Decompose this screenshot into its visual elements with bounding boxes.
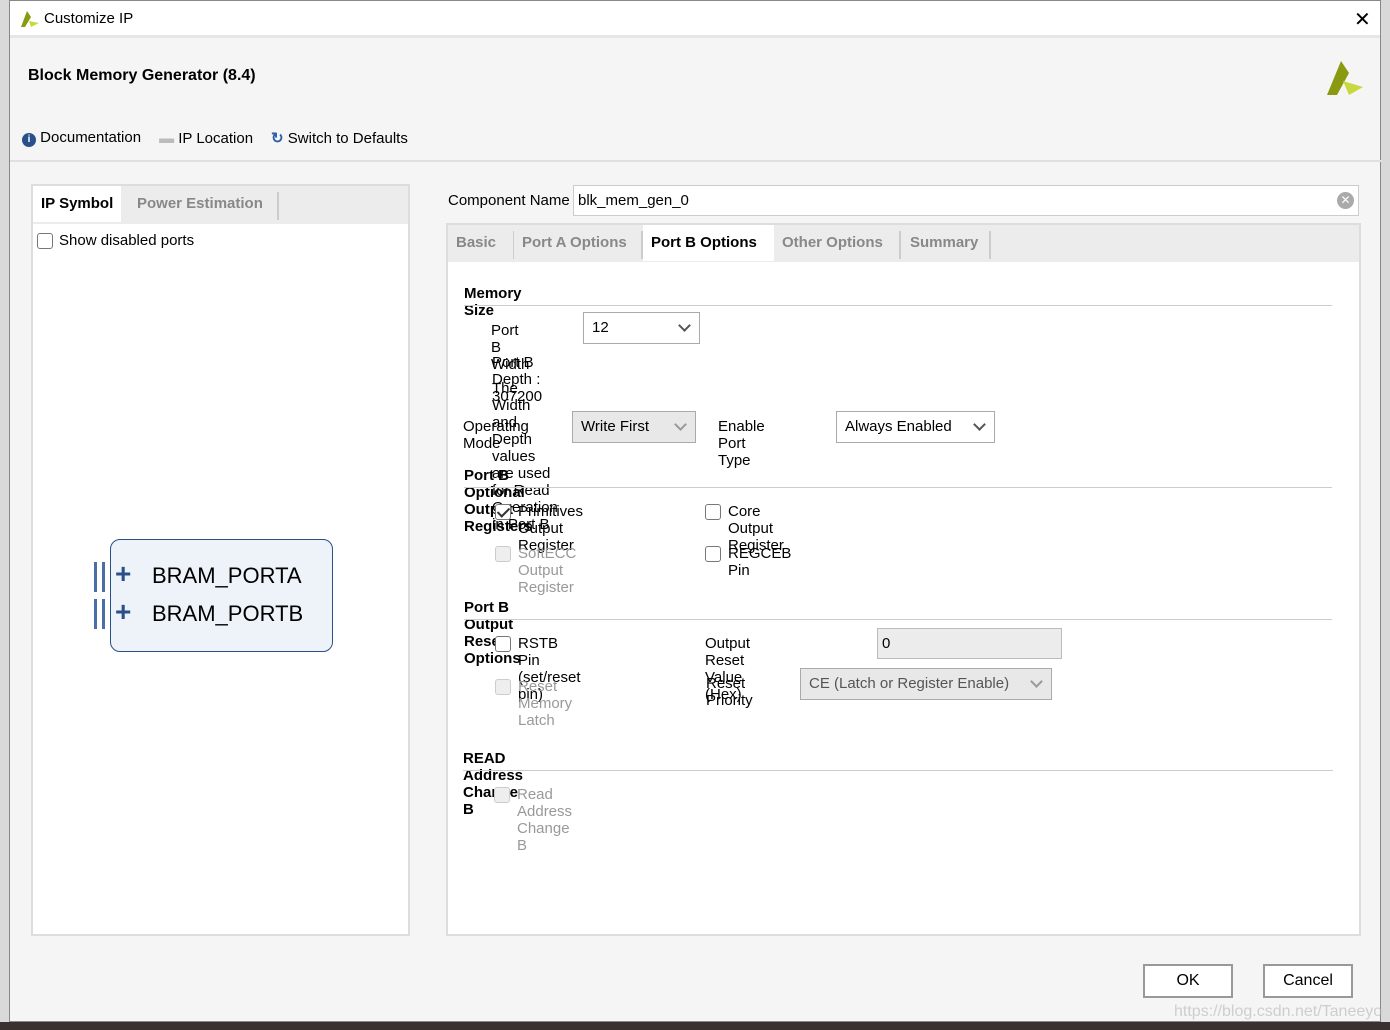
operating-mode-select[interactable]: Write First: [572, 411, 696, 443]
component-name-input[interactable]: blk_mem_gen_0 ✕: [573, 185, 1359, 216]
read-address-change-checkbox[interactable]: [494, 787, 510, 803]
show-disabled-ports-checkbox[interactable]: [37, 233, 53, 249]
switch-defaults-link[interactable]: ↻ Switch to Defaults: [271, 129, 408, 147]
clear-icon[interactable]: ✕: [1337, 192, 1354, 209]
show-disabled-ports-label: Show disabled ports: [59, 232, 195, 249]
taskbar-edge: [0, 1022, 1390, 1030]
close-icon[interactable]: ✕: [1354, 7, 1371, 32]
enable-port-type-value: Always Enabled: [845, 418, 952, 435]
memory-size-title: Memory Size: [464, 285, 522, 319]
output-reset-value-input[interactable]: 0: [877, 628, 1062, 659]
customize-ip-dialog: Customize IP ✕ Block Memory Generator (8…: [9, 0, 1383, 1022]
output-reset-value: 0: [882, 635, 891, 652]
enable-port-type-select[interactable]: Always Enabled: [836, 411, 995, 443]
documentation-label: Documentation: [40, 129, 142, 146]
operating-mode-value: Write First: [581, 418, 650, 435]
ip-symbol-panel: IP Symbol Power Estimation Show disabled…: [31, 184, 410, 936]
expand-porta-icon[interactable]: +: [115, 558, 131, 590]
tab-power-estimation[interactable]: Power Estimation: [129, 186, 271, 222]
ip-title: Block Memory Generator (8.4): [28, 67, 256, 84]
reset-options-title: Port B Output Reset Options: [464, 599, 521, 667]
tab-basic[interactable]: Basic: [448, 225, 505, 261]
softecc-output-register-checkbox[interactable]: [495, 546, 511, 562]
chevron-down-icon: [1030, 675, 1043, 688]
ip-location-label: IP Location: [178, 129, 254, 147]
reset-priority-select[interactable]: CE (Latch or Register Enable): [800, 668, 1052, 700]
xilinx-logo-icon: [1327, 61, 1363, 95]
port-bram-porta: BRAM_PORTA: [152, 563, 302, 588]
regceb-pin-checkbox[interactable]: [705, 546, 721, 562]
watermark: https://blog.csdn.net/Taneeyo: [1174, 1003, 1383, 1020]
ok-button[interactable]: OK: [1143, 964, 1233, 998]
operating-mode-label: Operating Mode: [463, 418, 529, 452]
chevron-down-icon: [973, 418, 986, 431]
port-bram-portb: BRAM_PORTB: [152, 601, 304, 626]
cancel-button[interactable]: Cancel: [1263, 964, 1353, 998]
tab-port-b-options[interactable]: Port B Options: [643, 225, 775, 261]
reset-priority-value: CE (Latch or Register Enable): [809, 675, 1010, 692]
info-icon: i: [22, 133, 36, 147]
tab-port-a-options[interactable]: Port A Options: [514, 225, 635, 261]
window-title: Customize IP: [44, 10, 134, 27]
rstb-pin-checkbox[interactable]: [495, 636, 511, 652]
expand-portb-icon[interactable]: +: [115, 596, 131, 628]
switch-defaults-label: Switch to Defaults: [287, 130, 408, 147]
core-output-register-checkbox[interactable]: [705, 504, 721, 520]
primitives-output-register-checkbox[interactable]: [495, 504, 511, 520]
tab-other-options[interactable]: Other Options: [774, 225, 891, 261]
reset-memory-latch-checkbox[interactable]: [495, 679, 511, 695]
folder-icon: ▬: [159, 129, 175, 147]
reset-memory-latch-label: Reset Memory Latch: [518, 678, 573, 729]
softecc-output-register-label: SoftECC Output Register: [518, 545, 577, 596]
component-name-value: blk_mem_gen_0: [578, 192, 689, 209]
title-bar: Customize IP ✕: [10, 1, 1380, 38]
read-address-change-label: Read Address Change B: [517, 786, 573, 854]
regceb-pin-label: REGCEB Pin: [728, 545, 792, 579]
component-name-label: Component Name: [448, 192, 570, 209]
read-address-change-title: READ Address Change B: [463, 750, 524, 818]
ip-location-link[interactable]: ▬ IP Location: [159, 130, 253, 147]
chevron-down-icon: [678, 319, 691, 332]
chevron-down-icon: [674, 418, 687, 431]
reset-priority-label: Reset Priority: [706, 675, 753, 709]
port-b-width-select[interactable]: 12: [583, 312, 700, 344]
enable-port-type-label: Enable Port Type: [718, 418, 765, 469]
documentation-link[interactable]: i Documentation: [22, 129, 141, 147]
tab-summary[interactable]: Summary: [902, 225, 987, 261]
ip-block-symbol: [110, 539, 333, 652]
vivado-logo-icon: [21, 11, 39, 27]
port-b-width-value: 12: [592, 319, 609, 336]
refresh-icon: ↻: [271, 130, 284, 147]
tab-ip-symbol[interactable]: IP Symbol: [33, 186, 122, 222]
